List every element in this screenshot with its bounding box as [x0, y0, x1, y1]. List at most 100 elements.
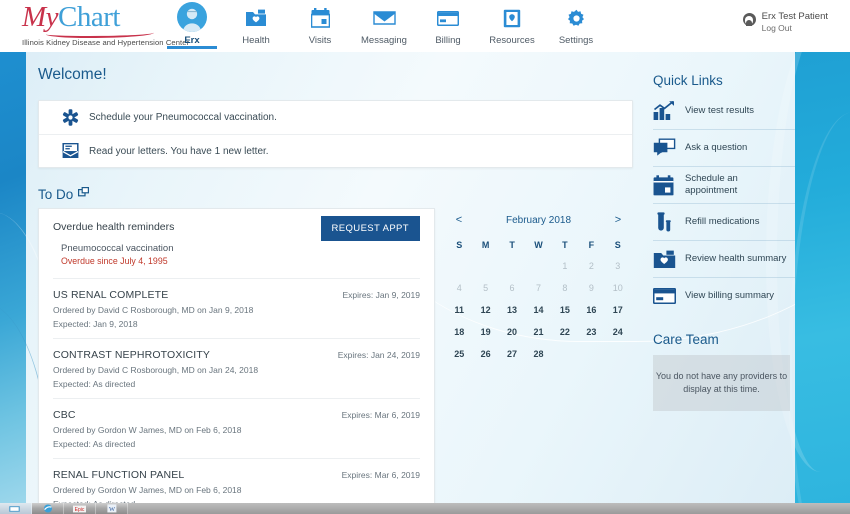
calendar-day-of-week: F — [588, 240, 595, 250]
calendar-prev-button[interactable]: < — [452, 214, 466, 226]
person-icon — [742, 13, 756, 26]
todo-and-calendar-row: Overdue health reminders Pneumococcal va… — [38, 208, 633, 507]
logo-text: MyChart — [22, 2, 172, 32]
order-ordered-by: Ordered by David C Rosborough, MD on Jan… — [53, 365, 259, 375]
quick-link-ask-a-question[interactable]: Ask a question — [653, 129, 795, 166]
mychart-logo[interactable]: MyChart Illinois Kidney Disease and Hype… — [22, 2, 189, 47]
quick-link-view-billing-summary[interactable]: View billing summary — [653, 277, 795, 314]
calendar-day-cell[interactable]: 7 — [525, 277, 551, 299]
calendar-day-cell[interactable]: 17 — [605, 299, 631, 321]
calendar-day-cell[interactable]: 13 — [499, 299, 525, 321]
nav-item-settings[interactable]: Settings — [544, 0, 608, 52]
medical-star-icon — [55, 109, 85, 126]
mychart-page: MyChart Illinois Kidney Disease and Hype… — [0, 0, 850, 514]
quick-link-label: View billing summary — [685, 290, 775, 301]
calendar-day-cell[interactable]: 1 — [552, 255, 578, 277]
calendar-day-cell[interactable]: 2 — [578, 255, 604, 277]
calendar-day-cell[interactable]: 22 — [552, 321, 578, 343]
nav-label-settings: Settings — [558, 35, 594, 46]
order-expires: Expires: Jan 9, 2019 — [342, 290, 421, 300]
calendar-day-of-week: M — [481, 240, 490, 250]
request-appt-button[interactable]: REQUEST APPT — [320, 216, 420, 241]
calendar-day-cell[interactable]: 8 — [552, 277, 578, 299]
calendar-day-cell[interactable]: 3 — [605, 255, 631, 277]
calendar-day-of-week: S — [456, 240, 463, 250]
calendar-day-cell[interactable]: 23 — [578, 321, 604, 343]
calendar-month-label: February 2018 — [505, 214, 572, 226]
calendar-blank-cell — [525, 255, 551, 277]
todo-order-row[interactable]: CBC Expires: Mar 6, 2019 Ordered by Gord… — [53, 399, 420, 459]
calendar-day-cell[interactable]: 5 — [472, 277, 498, 299]
logout-link[interactable]: Log Out — [762, 23, 828, 34]
nav-item-health[interactable]: Health — [224, 0, 288, 52]
calendar-day-cell[interactable]: 10 — [605, 277, 631, 299]
calendar-day-cell[interactable]: 19 — [472, 321, 498, 343]
alert-row-vaccination[interactable]: Schedule your Pneumococcal vaccination. — [39, 101, 632, 134]
page-header: MyChart Illinois Kidney Disease and Hype… — [0, 0, 850, 52]
taskbar-browser-icon[interactable] — [32, 503, 64, 514]
overdue-reminder-block: Overdue health reminders Pneumococcal va… — [53, 209, 420, 279]
calendar-next-button[interactable]: > — [611, 214, 625, 226]
nav-item-erx[interactable]: Erx — [160, 0, 224, 52]
calendar-blank-cell — [499, 255, 525, 277]
care-team-title: Care Team — [653, 332, 719, 347]
calendar-day-cell[interactable]: 25 — [446, 343, 472, 365]
letter-tray-icon — [55, 143, 85, 159]
calendar-day-of-week: W — [534, 240, 543, 250]
calendar-day-cell[interactable]: 26 — [472, 343, 498, 365]
taskbar-start-button[interactable] — [0, 503, 32, 514]
order-ordered-by: Ordered by Gordon W James, MD on Feb 6, … — [53, 485, 242, 495]
calendar-day-cell[interactable]: 18 — [446, 321, 472, 343]
main-content: Welcome! Schedule your Pneumococcal vacc… — [26, 52, 645, 507]
reminder-item-name: Pneumococcal vaccination — [61, 243, 174, 254]
calendar-day-cell[interactable]: 11 — [446, 299, 472, 321]
quick-link-review-health-summary[interactable]: Review health summary — [653, 240, 795, 277]
calendar-day-cell[interactable]: 9 — [578, 277, 604, 299]
calendar-day-cell[interactable]: 20 — [499, 321, 525, 343]
calendar-grid: S M T W T F S 1 2 3 4 5 6 7 8 9 10 11 12 13 14 15 16 17 18 19 20 21… — [446, 235, 631, 365]
credit-card-icon — [437, 5, 459, 31]
quick-link-label: Ask a question — [685, 142, 748, 153]
order-expected: Expected: As directed — [53, 379, 136, 389]
quick-links-title: Quick Links — [653, 73, 723, 88]
calendar-day-cell[interactable]: 4 — [446, 277, 472, 299]
calendar-day-cell[interactable]: 6 — [499, 277, 525, 299]
order-expires: Expires: Mar 6, 2019 — [341, 470, 420, 480]
calendar-day-cell[interactable]: 12 — [472, 299, 498, 321]
calendar-day-cell[interactable]: 28 — [525, 343, 551, 365]
quick-link-refill-medications[interactable]: Refill medications — [653, 203, 795, 240]
alerts-panel: Schedule your Pneumococcal vaccination. … — [38, 100, 633, 168]
nav-label-messaging: Messaging — [361, 35, 407, 46]
todo-order-row[interactable]: US RENAL COMPLETE Expires: Jan 9, 2019 O… — [53, 279, 420, 339]
calendar-day-cell[interactable]: 27 — [499, 343, 525, 365]
nav-item-billing[interactable]: Billing — [416, 0, 480, 52]
todo-order-row[interactable]: RENAL FUNCTION PANEL Expires: Mar 6, 201… — [53, 459, 420, 507]
nav-item-resources[interactable]: Resources — [480, 0, 544, 52]
active-tab-indicator — [167, 46, 217, 49]
quick-link-schedule-an-appointment[interactable]: Schedule an appointment — [653, 166, 795, 203]
taskbar-word-icon[interactable]: W — [96, 503, 128, 514]
calendar-day-cell[interactable]: 14 — [525, 299, 551, 321]
os-taskbar: Epic W — [0, 503, 850, 514]
calendar-day-cell[interactable]: 15 — [552, 299, 578, 321]
quick-link-view-test-results[interactable]: View test results — [653, 92, 795, 129]
open-in-new-window-icon[interactable] — [78, 185, 90, 203]
todo-header[interactable]: To Do — [38, 185, 645, 203]
nav-item-messaging[interactable]: Messaging — [352, 0, 416, 52]
user-account-menu[interactable]: Erx Test Patient Log Out — [742, 11, 828, 34]
todo-order-row[interactable]: CONTRAST NEPHROTOXICITY Expires: Jan 24,… — [53, 339, 420, 399]
calendar-icon — [310, 5, 330, 31]
calendar-day-cell[interactable]: 24 — [605, 321, 631, 343]
alert-row-letters[interactable]: Read your letters. You have 1 new letter… — [39, 134, 632, 167]
avatar-icon — [177, 1, 207, 32]
speech-bubbles-icon — [653, 138, 685, 158]
taskbar-epic-icon[interactable]: Epic — [64, 503, 96, 514]
nav-item-visits[interactable]: Visits — [288, 0, 352, 52]
calendar-header: < February 2018 > — [446, 210, 631, 226]
nav-label-visits: Visits — [308, 35, 332, 46]
right-sidebar: Quick Links View test results Ask a ques… — [645, 52, 795, 507]
calendar-day-cell[interactable]: 21 — [525, 321, 551, 343]
calendar-day-of-week: T — [509, 240, 515, 250]
calendar-day-cell[interactable]: 16 — [578, 299, 604, 321]
folder-heart-icon — [653, 250, 685, 269]
